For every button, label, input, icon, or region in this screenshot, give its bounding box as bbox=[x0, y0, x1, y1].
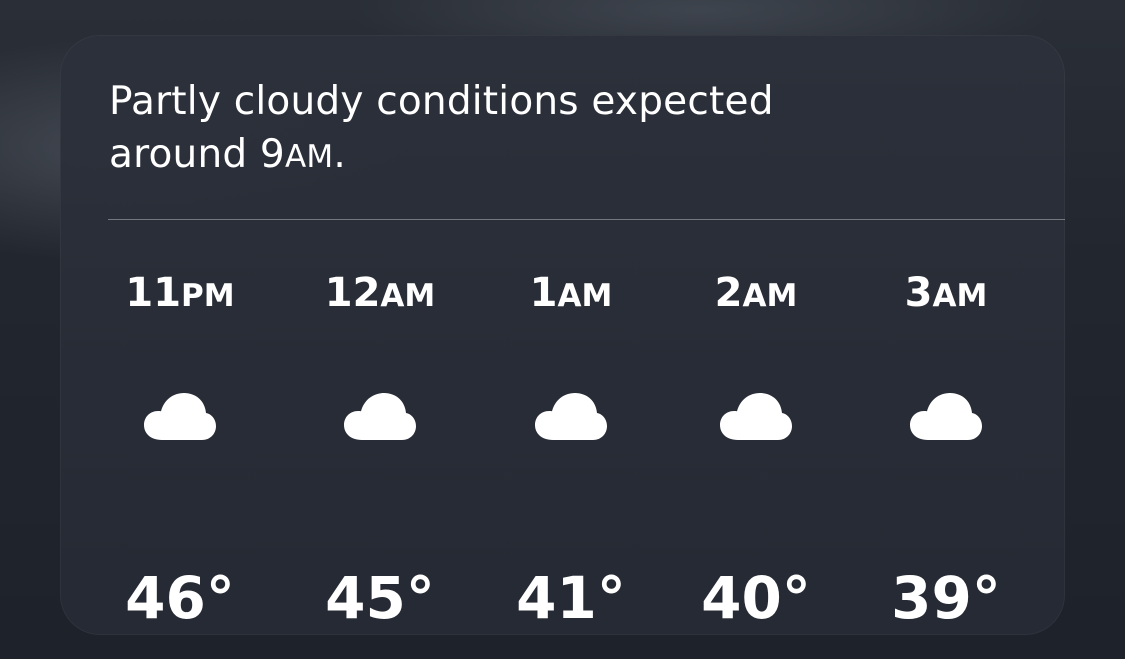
cloud-icon bbox=[144, 393, 216, 440]
hour-number: 11 bbox=[125, 270, 182, 316]
hour-label: 2AM bbox=[666, 270, 846, 319]
hour-number: 1 bbox=[529, 270, 558, 316]
cloud-icon bbox=[910, 393, 982, 440]
hour-temperature: 45° bbox=[325, 564, 435, 632]
forecast-summary: Partly cloudy conditions expected around… bbox=[109, 75, 909, 184]
hour-ampm: AM bbox=[932, 278, 988, 314]
summary-text: Partly cloudy conditions expected around… bbox=[109, 79, 774, 177]
hour-item-3am: 3AM 39° bbox=[856, 220, 1036, 635]
hour-temperature: 40° bbox=[701, 564, 811, 632]
hour-label: 1AM bbox=[481, 270, 661, 319]
hour-ampm: AM bbox=[557, 278, 613, 314]
hour-ampm: AM bbox=[380, 278, 436, 314]
hour-item-2am: 2AM 40° bbox=[666, 220, 846, 635]
summary-period: . bbox=[333, 132, 346, 177]
hour-label: 12AM bbox=[290, 270, 470, 319]
hour-number: 3 bbox=[904, 270, 933, 316]
hour-item-11pm: 11PM 46° bbox=[90, 220, 270, 635]
hour-item-12am: 12AM 45° bbox=[290, 220, 470, 635]
hourly-row[interactable]: 11PM 46° 12AM 45° 1AM 41° 2AM 40° 3AM 39… bbox=[60, 220, 1065, 635]
hourly-forecast-card[interactable]: Partly cloudy conditions expected around… bbox=[60, 35, 1065, 635]
hour-ampm: AM bbox=[742, 278, 798, 314]
hour-temperature: 39° bbox=[891, 564, 1001, 632]
hour-number: 12 bbox=[324, 270, 381, 316]
cloud-icon bbox=[344, 393, 416, 440]
hour-number: 2 bbox=[714, 270, 743, 316]
hour-item-1am: 1AM 41° bbox=[481, 220, 661, 635]
summary-ampm: AM bbox=[284, 139, 334, 175]
hour-ampm: PM bbox=[181, 278, 235, 314]
cloud-icon bbox=[535, 393, 607, 440]
hour-label: 3AM bbox=[856, 270, 1036, 319]
hour-temperature: 46° bbox=[125, 564, 235, 632]
cloud-icon bbox=[720, 393, 792, 440]
hour-label: 11PM bbox=[90, 270, 270, 319]
hour-temperature: 41° bbox=[516, 564, 626, 632]
